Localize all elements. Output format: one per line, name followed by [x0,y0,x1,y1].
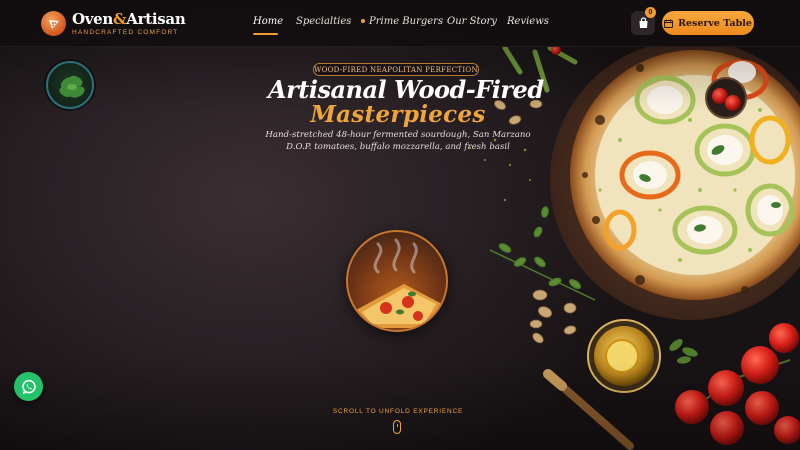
shopping-bag-icon [639,17,647,28]
scroll-mouse-icon[interactable] [393,420,401,434]
site-header: Oven&Artisan HANDCRAFTED COMFORT Home Sp… [0,0,800,47]
hero-subtitle: Hand-stretched 48-hour fermented sourdou… [265,130,531,152]
brand-tagline: HANDCRAFTED COMFORT [72,29,179,36]
brand-name-part1: Oven [72,10,114,28]
nav-item-prime-burgers-label: Prime Burgers [369,16,444,27]
pizza-slice-icon [356,238,442,328]
nav-item-home[interactable]: Home [253,16,283,27]
whatsapp-icon [21,379,36,394]
nav-item-prime-burgers[interactable]: Prime Burgers [361,16,443,27]
brand-name-part2: Artisan [126,10,186,28]
hero-title-line1: Artisanal Wood-Fired [268,75,544,104]
basil-thumbnail[interactable] [46,61,94,109]
pizza-logo-icon[interactable] [41,11,66,36]
cart-count-badge: 0 [645,7,656,18]
hero-title-line2: Masterpieces [310,101,486,128]
reserve-table-button[interactable]: Reserve Table [662,11,754,35]
calendar-icon [664,19,674,28]
reserve-table-label: Reserve Table [678,17,752,29]
pizza-slice-thumbnail[interactable] [346,230,448,332]
nav-item-specialties[interactable]: Specialties [296,16,351,27]
brand-ampersand: & [113,10,127,28]
nav-item-our-story[interactable]: Our Story [447,16,497,27]
nav-active-underline [253,33,278,35]
scroll-prompt: SCROLL TO UNFOLD EXPERIENCE [332,408,464,415]
nav-item-reviews[interactable]: Reviews [507,16,549,27]
brand-name[interactable]: Oven&Artisan [72,10,186,28]
nav-dot-indicator [361,18,365,23]
whatsapp-button[interactable] [14,372,43,401]
